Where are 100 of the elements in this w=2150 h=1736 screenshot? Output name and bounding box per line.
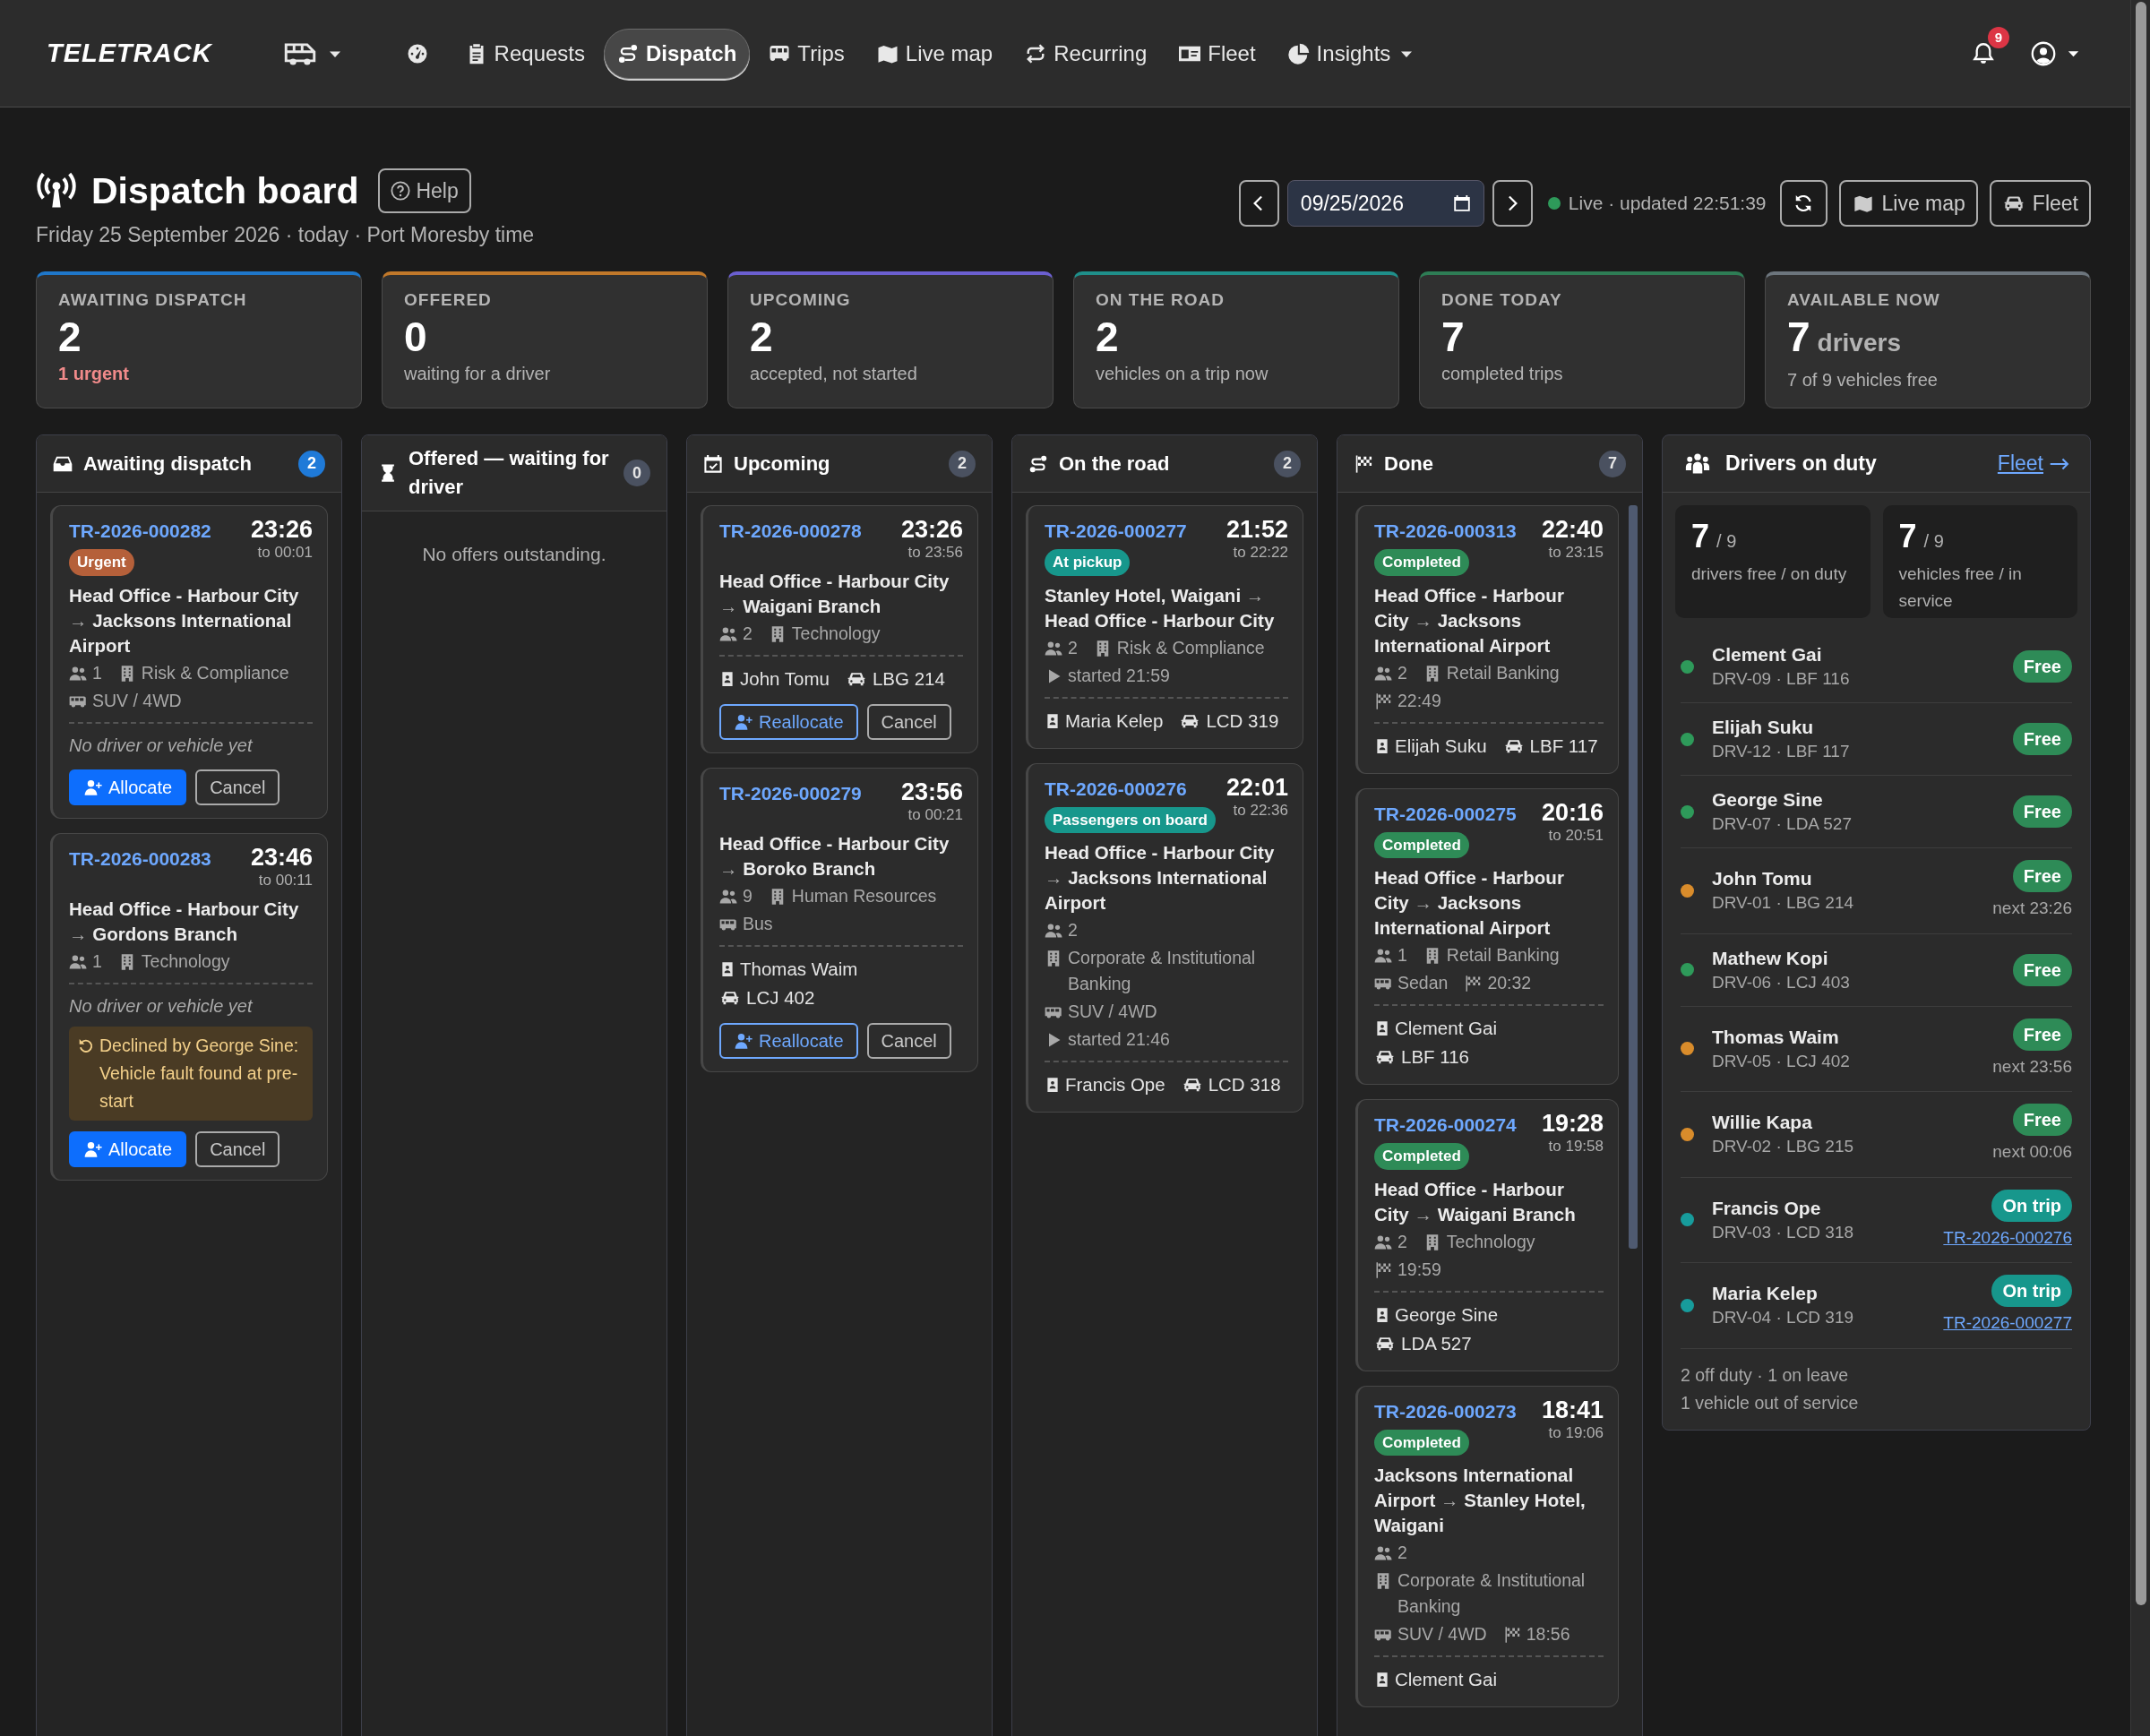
trip-detail: 1 — [1398, 944, 1407, 967]
checkered-flag-icon — [1354, 453, 1373, 474]
trip-detail: 2 — [1398, 1542, 1407, 1564]
panel-title: Drivers on duty — [1725, 451, 1878, 477]
route-text: Head Office - Harbour City → Boroko Branch — [719, 832, 950, 881]
car-icon — [1374, 1048, 1396, 1066]
status-badge: Completed — [1374, 1143, 1469, 1170]
header-button[interactable]: Fleet — [1989, 180, 2091, 227]
end-time: to 22:22 — [1232, 544, 1288, 562]
trip-action-button[interactable]: Reallocate — [719, 1023, 858, 1059]
trip-card[interactable]: TR-2026-000279 23:56 to 00:21 Head Office - Harbour City → Boroko Branch 9 Human Resources Bus Thomas Waim LCJ 402 Reallocate Cancel — [701, 768, 978, 1072]
id-badge-icon — [1374, 1671, 1390, 1689]
trip-action-button[interactable]: Allocate — [69, 769, 187, 805]
trip-detail: Sedan — [1398, 972, 1449, 994]
driver-name: John Tomu — [1712, 867, 1813, 891]
trip-id-link[interactable]: TR-2026-000273 — [1374, 1398, 1517, 1424]
start-time: 21:52 — [1226, 515, 1288, 544]
trip-card[interactable]: TR-2026-000276 Passengers on board 22:01 to 22:36 Head Office - Harbour City → Jacksons International Airport 2 Corporate & Institutional Banking SUV / 4WD started 21:46 Francis Ope LCD 318 — [1026, 762, 1303, 1113]
next-day-button[interactable] — [1492, 180, 1533, 227]
stat-note: waiting for a driver — [404, 362, 552, 385]
driver-name: George Sine — [1712, 788, 1824, 812]
help-button[interactable]: Help — [378, 168, 471, 213]
trip-card[interactable]: TR-2026-000274 Completed 19:28 to 19:58 Head Office - Harbour City → Waigani Branch 2 Technology 19:59 George Sine LDA 527 — [1355, 1099, 1619, 1371]
trip-detail: SUV / 4WD — [1068, 1001, 1157, 1023]
end-time: to 00:21 — [907, 806, 963, 824]
trip-id-link[interactable]: TR-2026-000282 — [69, 519, 211, 544]
trip-action-button[interactable]: Allocate — [69, 1130, 187, 1167]
trip-id-link[interactable]: TR-2026-000279 — [719, 781, 862, 806]
trip-link[interactable]: TR-2026-000276 — [1943, 1225, 2072, 1250]
trip-card[interactable]: TR-2026-000275 Completed 20:16 to 20:51 Head Office - Harbour City → Jacksons International Airport 1 Retail Banking Sedan 20:32 Clement Gai LBF 116 — [1355, 787, 1619, 1085]
stat-value: 0 — [404, 313, 427, 360]
id-badge-icon — [719, 670, 735, 688]
id-badge-icon — [1045, 1076, 1061, 1094]
stat-note: accepted, not started — [750, 362, 918, 385]
count-badge: 2 — [1274, 450, 1301, 477]
nav-menu[interactable]: Insights — [1274, 28, 1428, 79]
fleet-link[interactable]: Fleet — [1997, 448, 2070, 479]
footer-note: 1 vehicle out of service — [1681, 1391, 1860, 1414]
start-time: 20:16 — [1541, 797, 1604, 827]
previous-day-button[interactable] — [1238, 180, 1279, 227]
trip-card[interactable]: TR-2026-000273 Completed 18:41 to 19:06 Jacksons International Airport → Stanley Hotel, Waigani 2 Corporate & Institutional Banking SUV / 4WD 18:56 Clement Gai — [1355, 1385, 1619, 1707]
trip-id-link[interactable]: TR-2026-000313 — [1374, 519, 1517, 544]
trip-detail: 19:59 — [1398, 1258, 1441, 1281]
stat-label: UPCOMING — [750, 289, 852, 311]
trip-id-link[interactable]: TR-2026-000283 — [69, 846, 211, 872]
trip-id-link[interactable]: TR-2026-000275 — [1374, 801, 1517, 827]
driver-name: Thomas Waim — [740, 958, 858, 981]
trip-detail: Technology — [1446, 1230, 1535, 1253]
people-icon — [69, 664, 87, 683]
account-menu[interactable] — [2031, 40, 2080, 66]
start-time: 19:28 — [1541, 1109, 1604, 1138]
availability-badge: Free — [2012, 650, 2072, 683]
nav-link[interactable]: Live map — [863, 28, 1007, 79]
trip-card[interactable]: TR-2026-000313 Completed 22:40 to 23:15 Head Office - Harbour City → Jacksons International Airport 2 Retail Banking 22:49 Elijah Suku LBF 117 — [1355, 505, 1619, 774]
status-badge: Completed — [1374, 549, 1469, 576]
stat-value: 7 — [1441, 313, 1465, 360]
trip-card[interactable]: TR-2026-000282 Urgent 23:26 to 00:01 Head Office - Harbour City → Jacksons International Airport 1 Risk & Compliance SUV / 4WD No driver or vehicle yet Allocate Cancel — [50, 505, 328, 819]
refresh-button[interactable] — [1779, 180, 1828, 227]
route-icon — [1028, 453, 1048, 474]
next-trip-time: next 00:06 — [1992, 1141, 2072, 1163]
trip-action-button[interactable]: Reallocate — [719, 704, 858, 740]
trip-card[interactable]: TR-2026-000278 23:26 to 23:56 Head Office - Harbour City → Waigani Branch 2 Technology John Tomu LBG 214 Reallocate Cancel — [701, 505, 978, 753]
page-subtitle: Friday 25 September 2026 · today · Port Moresby time — [36, 222, 535, 248]
page-scrollbar[interactable] — [2130, 0, 2150, 1736]
nav-link[interactable]: Recurring — [1011, 28, 1161, 79]
trip-id-link[interactable]: TR-2026-000277 — [1045, 519, 1187, 544]
nav-link[interactable]: Dispatch — [604, 28, 751, 79]
page-title: Dispatch board — [91, 169, 359, 213]
trip-id-link[interactable]: TR-2026-000274 — [1374, 1113, 1517, 1138]
trip-card[interactable]: TR-2026-000283 23:46 to 00:11 Head Office - Harbour City → Gordons Branch 1 Technology No driver or vehicle yet Declined by George Sine: Vehicle fault found at pre-start Allocate Cancel — [50, 832, 328, 1181]
nav-link[interactable]: Trips — [755, 28, 858, 79]
trip-id-link[interactable]: TR-2026-000276 — [1045, 776, 1187, 802]
tile-total: / 9 — [1716, 530, 1737, 553]
trip-detail: Bus — [743, 913, 773, 935]
driver-details: DRV-01 · LBG 214 — [1712, 892, 1855, 915]
people-icon — [1374, 1544, 1392, 1562]
live-indicator-icon — [1547, 197, 1561, 210]
column-title: Awaiting dispatch — [83, 451, 253, 477]
trip-detail: 18:56 — [1526, 1623, 1570, 1646]
trip-id-link[interactable]: TR-2026-000278 — [719, 519, 862, 544]
driver-details: DRV-09 · LBF 116 — [1712, 668, 1851, 690]
header-button[interactable]: Live map — [1838, 180, 1978, 227]
trip-action-button[interactable]: Cancel — [866, 1023, 951, 1059]
decline-note: Declined by George Sine: Vehicle fault found at pre-start — [99, 1034, 300, 1113]
trip-link[interactable]: TR-2026-000277 — [1943, 1311, 2072, 1336]
trip-detail: 1 — [92, 661, 102, 684]
vehicle-plate: LBG 214 — [872, 667, 945, 691]
trip-action-button[interactable]: Cancel — [195, 769, 280, 805]
trip-detail: 1 — [92, 950, 102, 973]
nav-link[interactable]: Fleet — [1165, 28, 1269, 79]
trip-action-button[interactable]: Cancel — [195, 1130, 280, 1167]
trip-action-button[interactable]: Cancel — [866, 704, 951, 740]
driver-name: John Tomu — [740, 667, 830, 691]
trip-card[interactable]: TR-2026-000277 At pickup 21:52 to 22:22 Stanley Hotel, Waigani → Head Office - Harbour City 2 Risk & Compliance started 21:59 Maria Kelep LCD 319 — [1026, 505, 1303, 749]
people-icon — [69, 952, 87, 971]
people-icon — [1045, 922, 1062, 940]
date-field[interactable]: 09/25/2026 — [1286, 180, 1484, 227]
nav-link[interactable]: Requests — [452, 28, 598, 79]
count-badge: 2 — [949, 450, 976, 477]
brand-logo[interactable]: TELETRACK — [47, 33, 212, 73]
